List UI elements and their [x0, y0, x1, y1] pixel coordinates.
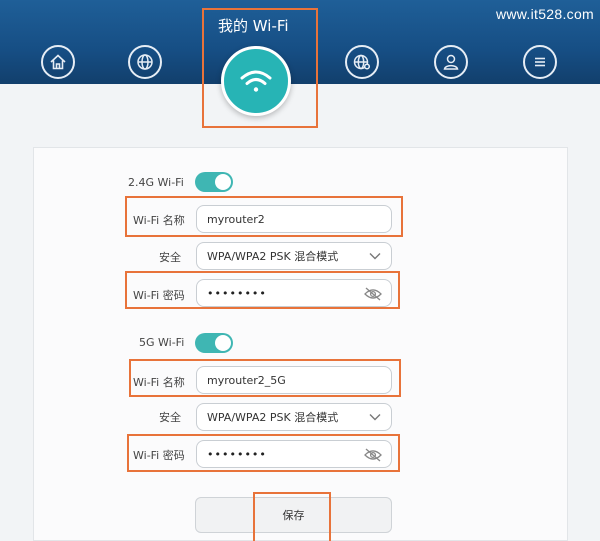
menu-icon — [535, 57, 545, 67]
globe-gear-icon — [353, 54, 371, 70]
band-24g-label: 2.4G Wi-Fi — [128, 176, 184, 189]
security-value-24g: WPA/WPA2 PSK 混合模式 — [207, 250, 339, 263]
wifi-name-label-24g: Wi-Fi 名称 — [133, 214, 185, 227]
security-value-5g: WPA/WPA2 PSK 混合模式 — [207, 411, 339, 424]
wifi-password-label-5g: Wi-Fi 密码 — [133, 449, 185, 462]
watermark: www.it528.com — [495, 6, 594, 22]
eye-slash-icon[interactable] — [364, 448, 382, 462]
security-label-5g: 安全 — [159, 411, 181, 424]
wifi-name-label-5g: Wi-Fi 名称 — [133, 376, 185, 389]
menu-nav-button[interactable] — [523, 45, 557, 79]
security-select-24g[interactable]: WPA/WPA2 PSK 混合模式 — [196, 242, 392, 270]
band-5g-label: 5G Wi-Fi — [139, 336, 185, 349]
wifi-name-input-5g[interactable]: myrouter2_5G — [196, 366, 392, 394]
my-wifi-nav-button[interactable] — [221, 46, 291, 116]
globe-icon — [137, 54, 153, 70]
network-settings-nav-button[interactable] — [345, 45, 379, 79]
wifi-name-input-24g[interactable]: myrouter2 — [196, 205, 392, 233]
password-dots-24g: •••••••• — [207, 286, 267, 300]
home-icon — [50, 54, 66, 70]
wifi-name-value-24g: myrouter2 — [207, 212, 265, 226]
user-nav-button[interactable] — [434, 45, 468, 79]
save-button-label: 保存 — [282, 509, 305, 522]
wifi-password-label-24g: Wi-Fi 密码 — [133, 289, 185, 302]
wifi-name-value-5g: myrouter2_5G — [207, 373, 286, 387]
internet-nav-button[interactable] — [128, 45, 162, 79]
wifi-icon — [240, 70, 272, 92]
security-label-24g: 安全 — [159, 251, 181, 264]
toggle-knob — [215, 335, 231, 351]
password-dots-5g: •••••••• — [207, 447, 267, 461]
toggle-knob — [215, 174, 231, 190]
page-title: 我的 Wi-Fi — [218, 17, 289, 35]
band-5g-toggle[interactable] — [195, 333, 233, 353]
home-nav-button[interactable] — [41, 45, 75, 79]
chevron-down-icon — [369, 253, 381, 260]
security-select-5g[interactable]: WPA/WPA2 PSK 混合模式 — [196, 403, 392, 431]
band-24g-toggle[interactable] — [195, 172, 233, 192]
wifi-password-input-24g[interactable]: •••••••• — [196, 279, 392, 307]
user-icon — [443, 54, 459, 70]
save-button[interactable]: 保存 — [195, 497, 392, 533]
top-nav-bar: www.it528.com — [0, 0, 600, 84]
eye-slash-icon[interactable] — [364, 287, 382, 301]
chevron-down-icon — [369, 414, 381, 421]
wifi-password-input-5g[interactable]: •••••••• — [196, 440, 392, 468]
